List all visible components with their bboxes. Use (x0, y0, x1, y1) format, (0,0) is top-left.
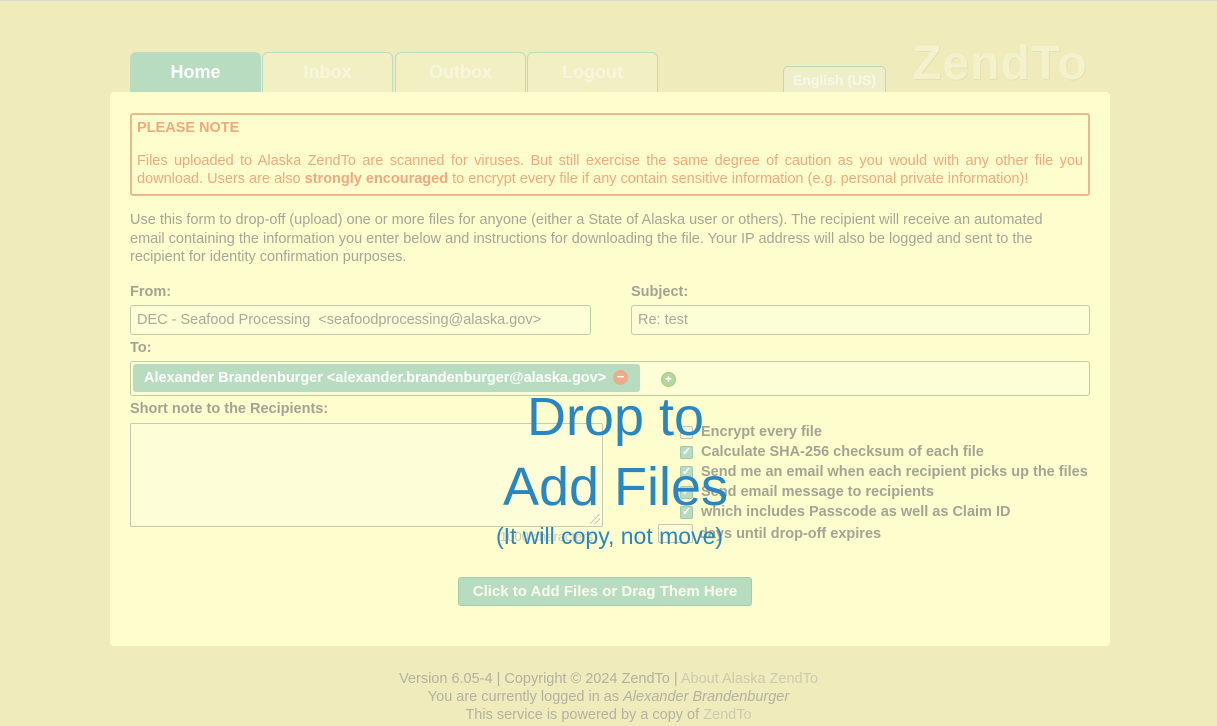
add-recipient-icon[interactable]: + (661, 372, 676, 387)
footer-powered: This service is powered by a copy of Zen… (465, 707, 752, 723)
subject-field[interactable]: Re: test (631, 305, 1090, 335)
from-label: From: (130, 284, 172, 300)
checkbox-checked-icon[interactable]: ✓ (680, 445, 693, 459)
resize-grip-icon[interactable] (590, 514, 600, 524)
note-textarea[interactable] (130, 423, 603, 527)
tab-outbox[interactable]: Outbox (395, 52, 526, 92)
add-files-button[interactable]: Click to Add Files or Drag Them Here (458, 577, 752, 606)
char-counter: 1000 characters (500, 529, 594, 544)
note-label: Short note to the Recipients: (130, 401, 329, 417)
language-select[interactable]: English (US) (783, 66, 886, 93)
option-pickup-email[interactable]: ✓ Send me an email when each recipient p… (679, 464, 1088, 480)
zendto-logo: ZendTo (912, 37, 1088, 90)
tab-home[interactable]: Home (130, 52, 261, 92)
option-checksum[interactable]: ✓ Calculate SHA-256 checksum of each fil… (679, 444, 984, 460)
tab-inbox[interactable]: Inbox (262, 52, 393, 92)
subject-label: Subject: (631, 284, 689, 300)
top-border (0, 0, 1217, 1)
option-include-passcode[interactable]: ✓ which includes Passcode as well as Cla… (679, 504, 1010, 520)
remove-recipient-icon[interactable]: − (613, 370, 628, 385)
footer-version: Version 6.05-4 | Copyright © 2024 ZendTo… (399, 671, 818, 687)
intro-text: Use this form to drop-off (upload) one o… (130, 212, 1043, 265)
about-link[interactable]: About Alaska ZendTo (681, 671, 818, 687)
tab-logout[interactable]: Logout (527, 52, 658, 92)
option-encrypt[interactable]: Encrypt every file (679, 424, 822, 440)
notice-title: PLEASE NOTE (137, 120, 240, 136)
option-send-email[interactable]: ✓ Send email message to recipients (679, 484, 934, 500)
user-name: Alexander Brandenburger (623, 689, 790, 705)
zendto-link[interactable]: ZendTo (703, 707, 751, 723)
days-input[interactable] (658, 524, 693, 543)
notice-emphasis: strongly encouraged (304, 171, 449, 187)
expiry-days: days until drop-off expires (658, 524, 881, 543)
from-field[interactable]: DEC - Seafood Processing <seafoodprocess… (130, 305, 591, 335)
notice-text: Files uploaded to Alaska ZendTo are scan… (137, 153, 1083, 187)
notice-box: PLEASE NOTE Files uploaded to Alaska Zen… (130, 113, 1090, 196)
checkbox-checked-icon[interactable]: ✓ (680, 485, 693, 499)
footer-logged-in: You are currently logged in as Alexander… (427, 689, 790, 705)
to-label: To: (130, 340, 152, 356)
checkbox-checked-icon[interactable]: ✓ (680, 465, 693, 479)
checkbox-unchecked-icon[interactable] (680, 425, 693, 439)
checkbox-checked-icon[interactable]: ✓ (680, 505, 693, 519)
recipient-chip[interactable]: Alexander Brandenburger <alexander.brand… (133, 364, 640, 392)
